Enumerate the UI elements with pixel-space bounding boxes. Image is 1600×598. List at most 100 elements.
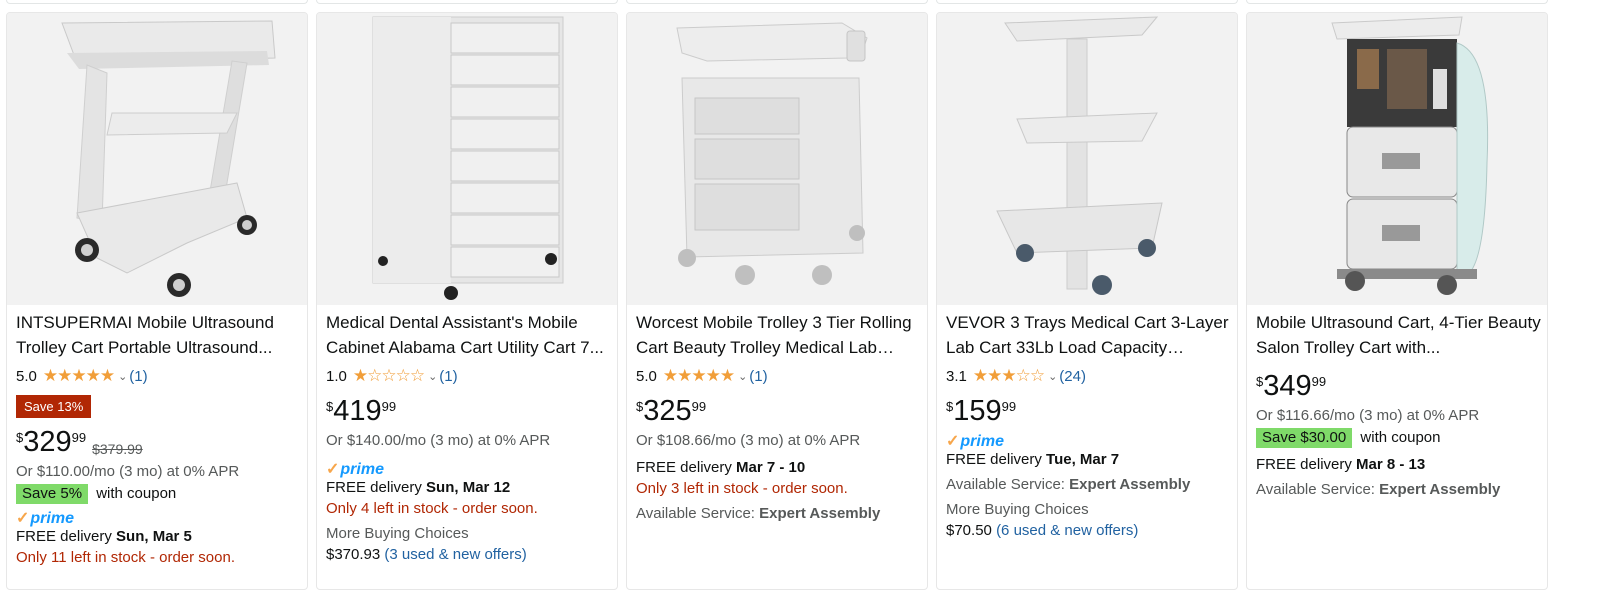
price[interactable]: $ 419 99 [326, 395, 611, 429]
delivery-info: FREE delivery Tue, Mar 7 [946, 449, 1231, 470]
star-rating-icon[interactable]: ★★★★★ [663, 367, 735, 385]
price-symbol: $ [636, 399, 644, 414]
product-image[interactable] [1247, 13, 1547, 305]
chevron-down-icon[interactable]: ⌄ [738, 370, 747, 383]
delivery-date: Sun, Mar 12 [426, 479, 511, 496]
rating-row: 5.0 ★★★★★ ⌄ (1) [636, 365, 921, 387]
delivery-date: Tue, Mar 7 [1046, 451, 1120, 468]
rating-row: 5.0 ★★★★★ ⌄ (1) [16, 365, 301, 387]
chevron-down-icon[interactable]: ⌄ [428, 370, 437, 383]
star-rating-icon[interactable]: ★☆☆☆☆ [353, 367, 425, 385]
product-card[interactable]: INTSUPERMAI Mobile Ultrasound Trolley Ca… [6, 12, 308, 590]
star-rating-icon[interactable]: ★★★☆☆ [973, 367, 1045, 385]
review-count-link[interactable]: (1) [129, 368, 147, 385]
more-offers-price: $370.93 [326, 546, 381, 563]
chevron-down-icon[interactable]: ⌄ [118, 370, 127, 383]
prime-badge: ✓prime [946, 431, 1231, 450]
star-rating-icon[interactable]: ★★★★★ [43, 367, 115, 385]
review-count-link[interactable]: (1) [749, 368, 767, 385]
price-fraction: 99 [1311, 374, 1327, 389]
price[interactable]: $ 349 99 [1256, 370, 1541, 404]
service-value: Expert Assembly [759, 505, 881, 522]
more-offers-row: $70.50 (6 used & new offers) [946, 520, 1231, 541]
salon-trolley-image [1247, 13, 1547, 305]
price[interactable]: $ 159 99 [946, 395, 1231, 429]
stock-warning: Only 4 left in stock - order soon. [326, 500, 538, 517]
product-card[interactable]: Worcest Mobile Trolley 3 Tier Rolling Ca… [626, 12, 928, 590]
coupon-suffix: with coupon [1360, 429, 1441, 446]
coupon-badge[interactable]: Save 5% [16, 484, 89, 504]
price-whole: 419 [333, 395, 382, 427]
delivery-prefix: FREE delivery [636, 459, 732, 476]
more-buying-choices: More Buying Choices [946, 501, 1089, 518]
apr-text: Or $116.66/mo (3 mo) at 0% APR [1256, 407, 1480, 424]
price-fraction: 99 [71, 430, 87, 445]
rating-value: 1.0 [326, 367, 347, 385]
previous-row-edge [0, 0, 1600, 6]
service-label: Available Service: [946, 476, 1065, 493]
drawer-trolley-image [627, 13, 927, 305]
prime-label: prime [30, 510, 74, 527]
product-title[interactable]: VEVOR 3 Trays Medical Cart 3-Layer Lab C… [946, 310, 1231, 360]
rating-value: 5.0 [636, 367, 657, 385]
drawer-cabinet-image [317, 13, 617, 305]
price-symbol: $ [946, 399, 954, 414]
review-count-link[interactable]: (1) [439, 368, 457, 385]
more-offers-link[interactable]: (3 used & new offers) [384, 546, 526, 563]
service-info: Available Service: Expert Assembly [636, 503, 921, 524]
product-card[interactable]: Medical Dental Assistant's Mobile Cabine… [316, 12, 618, 590]
price-whole: 329 [23, 426, 72, 458]
service-value: Expert Assembly [1069, 476, 1191, 493]
apr-text: Or $110.00/mo (3 mo) at 0% APR [16, 463, 240, 480]
review-count-link[interactable]: (24) [1059, 368, 1086, 385]
prime-badge: ✓prime [326, 459, 611, 478]
product-title[interactable]: INTSUPERMAI Mobile Ultrasound Trolley Ca… [16, 310, 301, 360]
product-card[interactable]: Mobile Ultrasound Cart, 4-Tier Beauty Sa… [1246, 12, 1548, 590]
price[interactable]: $ 329 99 $379.99 [16, 426, 301, 460]
list-price: $379.99 [92, 441, 143, 457]
price-symbol: $ [326, 399, 334, 414]
more-offers-price: $70.50 [946, 522, 992, 539]
delivery-info: FREE delivery Sun, Mar 5 [16, 526, 301, 547]
delivery-prefix: FREE delivery [1256, 456, 1352, 473]
prime-label: prime [340, 461, 384, 478]
price-fraction: 99 [691, 399, 707, 414]
price-symbol: $ [1256, 374, 1264, 389]
price[interactable]: $ 325 99 [636, 395, 921, 429]
more-offers-link[interactable]: (6 used & new offers) [996, 522, 1138, 539]
coupon-suffix: with coupon [96, 485, 177, 502]
service-value: Expert Assembly [1379, 481, 1501, 498]
delivery-prefix: FREE delivery [326, 479, 422, 496]
delivery-date: Sun, Mar 5 [116, 528, 192, 545]
delivery-prefix: FREE delivery [16, 528, 112, 545]
product-title[interactable]: Mobile Ultrasound Cart, 4-Tier Beauty Sa… [1256, 310, 1541, 360]
prime-check-icon: ✓ [946, 433, 960, 450]
delivery-info: FREE delivery Mar 8 - 13 [1256, 454, 1541, 475]
service-info: Available Service: Expert Assembly [1256, 479, 1541, 500]
product-card[interactable]: VEVOR 3 Trays Medical Cart 3-Layer Lab C… [936, 12, 1238, 590]
rating-row: 1.0 ★☆☆☆☆ ⌄ (1) [326, 365, 611, 387]
price-symbol: $ [16, 430, 24, 445]
product-title[interactable]: Worcest Mobile Trolley 3 Tier Rolling Ca… [636, 310, 921, 360]
rating-value: 5.0 [16, 367, 37, 385]
ultrasound-cart-image [7, 13, 307, 305]
price-fraction: 99 [1001, 399, 1017, 414]
product-title[interactable]: Medical Dental Assistant's Mobile Cabine… [326, 310, 611, 360]
price-whole: 325 [643, 395, 692, 427]
delivery-info: FREE delivery Sun, Mar 12 [326, 477, 611, 498]
product-image[interactable] [627, 13, 927, 305]
delivery-date: Mar 7 - 10 [736, 459, 806, 476]
prime-check-icon: ✓ [326, 461, 340, 478]
price-fraction: 99 [381, 399, 397, 414]
prime-badge: ✓prime [16, 508, 301, 527]
delivery-date: Mar 8 - 13 [1356, 456, 1426, 473]
product-image[interactable] [937, 13, 1237, 305]
more-buying-choices: More Buying Choices [326, 525, 469, 542]
delivery-info: FREE delivery Mar 7 - 10 [636, 457, 921, 478]
stock-warning: Only 11 left in stock - order soon. [16, 549, 235, 566]
product-image[interactable] [7, 13, 307, 305]
coupon-badge[interactable]: Save $30.00 [1256, 428, 1353, 448]
chevron-down-icon[interactable]: ⌄ [1048, 370, 1057, 383]
product-image[interactable] [317, 13, 617, 305]
prime-check-icon: ✓ [16, 510, 30, 527]
